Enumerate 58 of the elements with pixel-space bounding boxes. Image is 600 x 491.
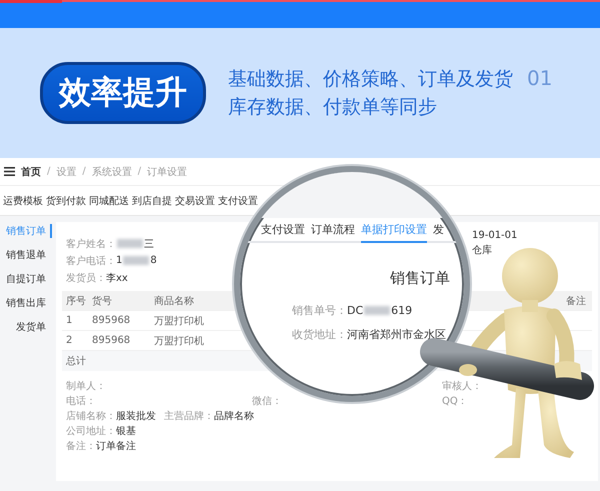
footer-field: 公司地址：银基 — [66, 424, 136, 439]
settings-tab[interactable]: 到店自提 — [131, 194, 173, 208]
accent-bar — [0, 0, 62, 3]
breadcrumb-link[interactable]: 首页 — [21, 164, 41, 178]
column-header: 商品名称 — [154, 294, 195, 308]
field-label: 客户姓名： — [66, 238, 116, 250]
footer-field: 备注：订单备注 — [66, 439, 136, 454]
title-badge: 效率提升 — [40, 62, 206, 124]
meta-text: 仓库 — [472, 244, 493, 257]
field-value: 1 — [116, 255, 122, 266]
breadcrumb-separator: / — [138, 166, 142, 177]
sidebar-item[interactable]: 发货单 — [16, 320, 52, 334]
field-value: DC — [347, 304, 364, 316]
column-header: 货号 — [92, 294, 113, 308]
sidebar-item[interactable]: 自提订单 — [6, 272, 52, 286]
footer-field: 主营品牌：品牌名称 — [164, 409, 254, 424]
menu-icon[interactable] — [4, 167, 15, 176]
field-value: 三 — [144, 238, 154, 250]
field-label: 销售单号： — [292, 302, 347, 318]
column-header: 备注 — [566, 294, 586, 308]
footer-label: 审核人： — [442, 380, 483, 394]
sidebar-item[interactable]: 销售出库 — [6, 296, 52, 310]
feature-text: 库存数据、付款单等同步 — [228, 95, 437, 120]
field-value: 8 — [150, 255, 157, 266]
footer-label: 电话： — [66, 394, 97, 409]
footer-label: 制单人： — [66, 380, 107, 394]
table-cell-text: 895968 — [92, 335, 132, 346]
field-value: 李xx — [106, 272, 128, 284]
lens-tab[interactable]: 订单流程 — [311, 218, 355, 243]
breadcrumb-separator: / — [47, 166, 50, 177]
settings-tab[interactable]: 支付设置 — [217, 194, 259, 208]
settings-tab[interactable]: 交易设置 — [174, 194, 216, 208]
lens-tab[interactable]: 支付设置 — [261, 218, 305, 243]
table-cell-text: 万盟打印机 — [154, 334, 205, 348]
breadcrumb-separator: / — [82, 166, 86, 177]
column-header: 序号 — [66, 294, 87, 308]
table-cell-text: 2 — [66, 335, 74, 346]
lens-tab[interactable]: 发 — [433, 218, 444, 243]
settings-tab[interactable]: 运费模板 — [2, 194, 44, 208]
settings-tab[interactable]: 同城配送 — [88, 194, 130, 208]
field-label: 客户电话： — [66, 254, 116, 268]
settings-tab[interactable]: 货到付款 — [45, 194, 87, 208]
footer-field: 店铺名称：服装批发 — [66, 409, 156, 424]
sidebar-item[interactable]: 销售退单 — [6, 248, 52, 262]
table-cell-text: 1 — [66, 315, 74, 326]
table-cell-text: 万盟打印机 — [154, 314, 205, 328]
document-title: 销售订单 — [390, 269, 450, 288]
meta-text: 19-01-01 — [472, 230, 518, 241]
total-label: 总计 — [66, 354, 87, 368]
section-number: 01 — [527, 66, 552, 90]
field-label: 收货地址： — [292, 326, 347, 342]
field-label: 发货员： — [66, 272, 106, 284]
field-value: 河南省郑州市金水区 — [347, 326, 446, 342]
footer-label: QQ： — [442, 395, 469, 409]
footer-label: 微信： — [252, 395, 283, 409]
feature-text: 基础数据、价格策略、订单及发货 — [228, 67, 513, 92]
table-cell-text: 895968 — [92, 315, 132, 326]
field-value: 619 — [391, 304, 412, 316]
